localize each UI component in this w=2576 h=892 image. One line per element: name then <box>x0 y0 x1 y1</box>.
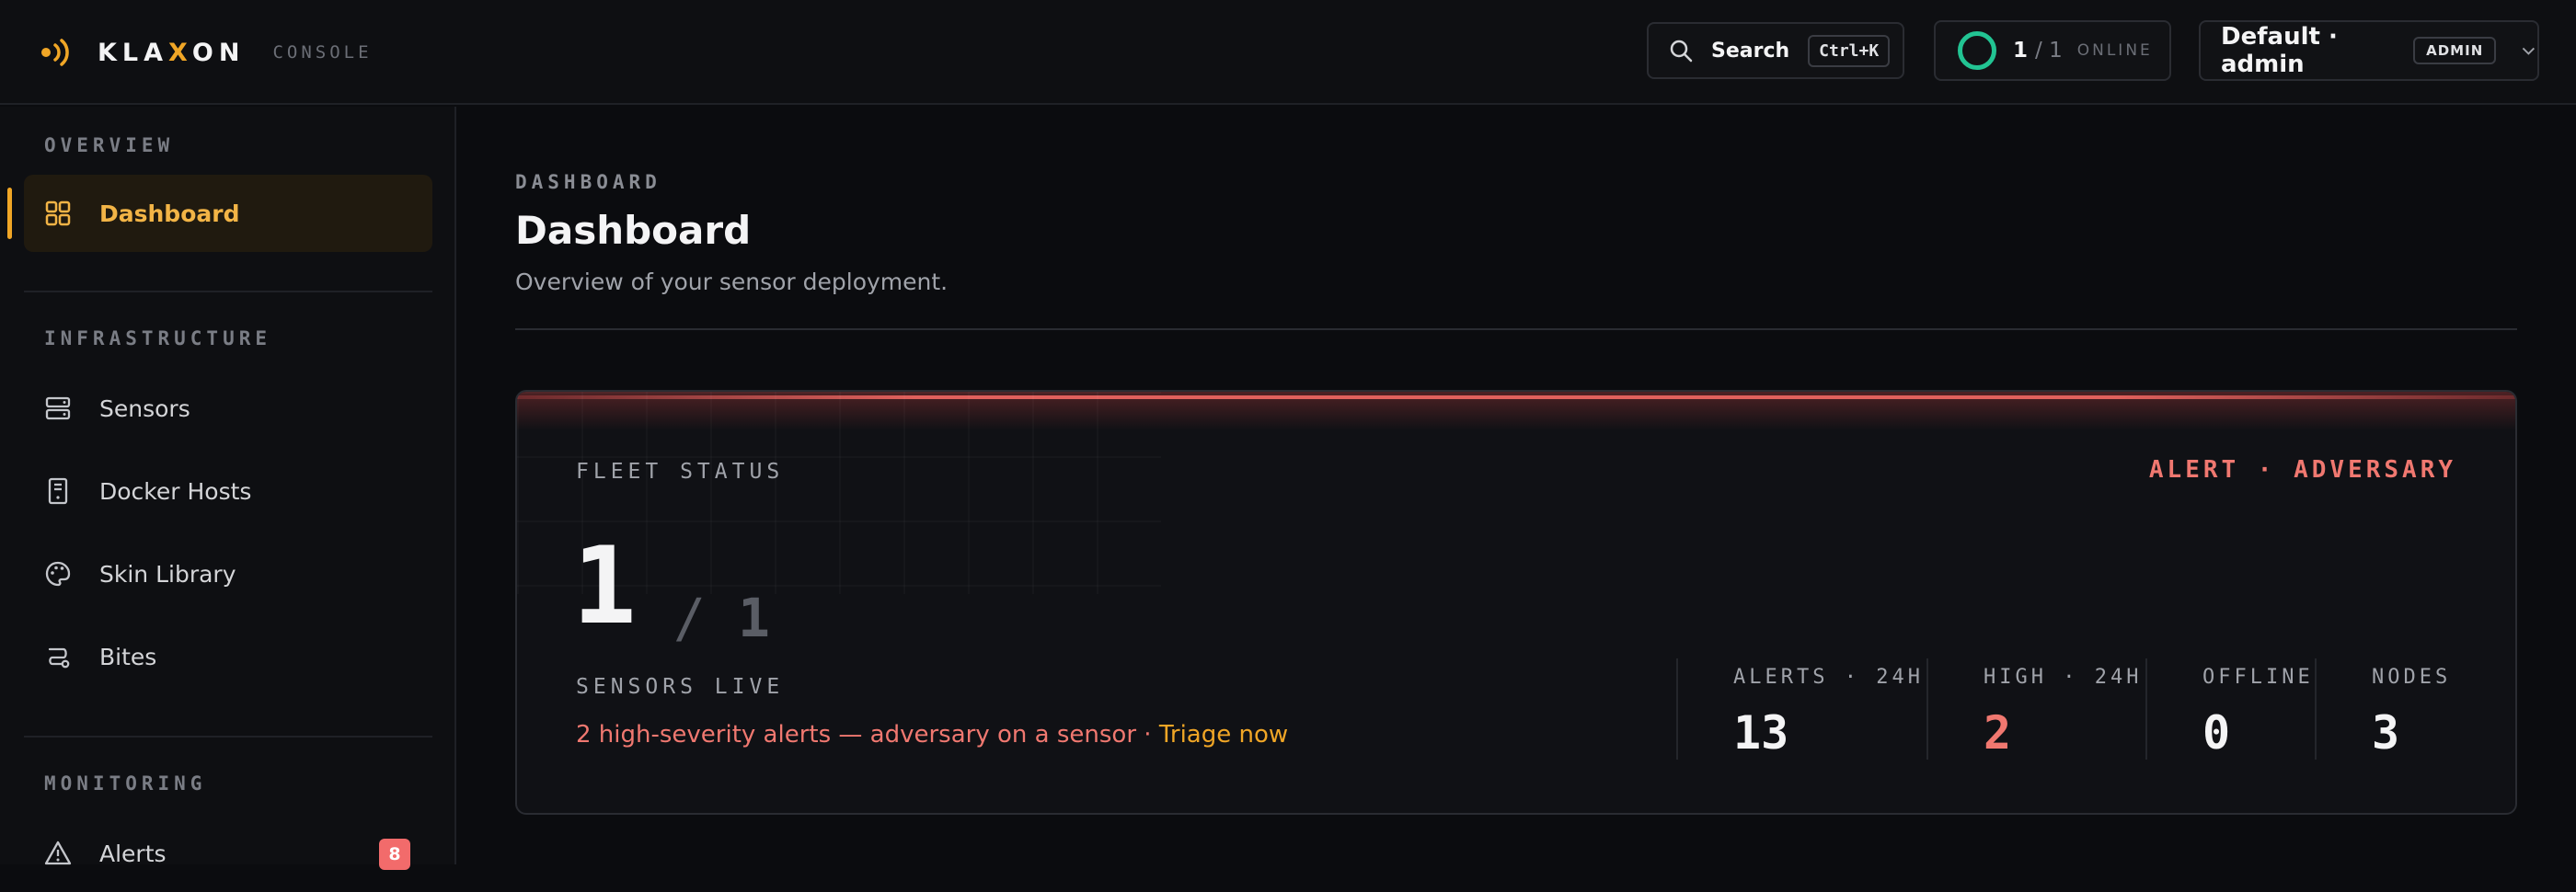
active-indicator <box>7 188 12 239</box>
broadcast-icon <box>41 39 69 66</box>
grid-icon <box>45 200 71 226</box>
sidebar-item-sensors[interactable]: Sensors <box>24 370 432 447</box>
sidebar-item-label: Skin Library <box>99 560 236 588</box>
sidebar-item-label: Bites <box>99 643 157 670</box>
sidebar-item-bites[interactable]: Bites <box>24 618 432 695</box>
brand-subtitle: CONSOLE <box>272 42 373 63</box>
chevron-down-icon <box>2522 47 2536 55</box>
fleet-status-card: FLEET STATUS ALERT · ADVERSARY 1 / 1 SEN… <box>515 390 2517 815</box>
online-status[interactable]: 1 / 1 ONLINE <box>1934 20 2171 81</box>
sidebar-item-label: Docker Hosts <box>99 477 252 505</box>
sidebar-item-alerts[interactable]: Alerts 8 <box>24 815 432 892</box>
user-name: Default · admin <box>2221 23 2338 78</box>
section-label-overview: OVERVIEW <box>44 134 175 156</box>
stat-label: HIGH · 24H <box>1984 666 2143 689</box>
online-ring-icon <box>1958 31 1996 70</box>
search-button[interactable]: Search Ctrl+K <box>1647 22 1904 79</box>
sensors-live-label: SENSORS LIVE <box>576 675 785 699</box>
role-badge: ADMIN <box>2413 37 2497 64</box>
sidebar-divider <box>24 736 432 738</box>
sidebar-item-label: Dashboard <box>99 200 240 227</box>
page-title: Dashboard <box>515 208 752 253</box>
search-label: Search <box>1711 39 1790 63</box>
alert-summary-text: 2 high-severity alerts — adversary on a … <box>576 721 1159 749</box>
online-label: ONLINE <box>2076 41 2153 60</box>
stat-value: 3 <box>2372 706 2400 760</box>
section-label-monitoring: MONITORING <box>44 772 207 795</box>
sidebar-item-label: Sensors <box>99 395 190 422</box>
stat-value: 13 <box>1733 706 1789 760</box>
stat-value: 2 <box>1984 706 2012 760</box>
sidebar: OVERVIEW Dashboard INFRASTRUCTURE Sensor… <box>0 107 456 870</box>
stat-label: ALERTS · 24H <box>1733 666 1924 689</box>
breadcrumb: DASHBOARD <box>515 171 661 193</box>
palette-icon <box>45 561 71 587</box>
stat-label: NODES <box>2372 666 2452 689</box>
server-icon <box>45 396 71 420</box>
top-bar: KLAXON CONSOLE Search Ctrl+K 1 / 1 ONLIN… <box>0 0 2576 105</box>
triage-now-link[interactable]: Triage now <box>1159 721 1288 749</box>
stat-nodes: NODES 3 <box>2315 658 2515 760</box>
stat-alerts-24h: ALERTS · 24H 13 <box>1676 658 1926 760</box>
brand-name: KLAXON <box>98 38 246 67</box>
sidebar-item-skin-library[interactable]: Skin Library <box>24 535 432 612</box>
stat-offline: OFFLINE 0 <box>2145 658 2315 760</box>
stat-label: OFFLINE <box>2202 666 2314 689</box>
sensors-live-count: 1 <box>572 524 637 648</box>
sidebar-divider <box>24 291 432 292</box>
sensors-total-count: 1 <box>738 587 770 649</box>
warning-icon <box>44 841 72 865</box>
sidebar-item-dashboard[interactable]: Dashboard <box>24 175 432 252</box>
route-icon <box>48 647 70 669</box>
online-count: 1 / 1 <box>2013 39 2063 63</box>
header-divider <box>515 328 2517 330</box>
alert-status: ALERT · ADVERSARY <box>2148 456 2456 484</box>
alerts-count-badge: 8 <box>379 839 410 870</box>
brand[interactable]: KLAXON CONSOLE <box>37 31 373 74</box>
sidebar-item-docker-hosts[interactable]: Docker Hosts <box>24 452 432 530</box>
search-icon <box>1670 40 1693 63</box>
user-menu-button[interactable]: Default · admin ADMIN <box>2199 20 2539 81</box>
host-icon <box>48 477 68 505</box>
sidebar-item-label: Alerts <box>99 840 167 867</box>
stat-value: 0 <box>2202 706 2231 760</box>
stat-high-24h: HIGH · 24H 2 <box>1926 658 2145 760</box>
page-subtitle: Overview of your sensor deployment. <box>515 269 949 295</box>
fleet-status-label: FLEET STATUS <box>576 460 785 484</box>
sensors-separator: / <box>673 587 706 649</box>
alert-summary: 2 high-severity alerts — adversary on a … <box>576 721 1288 749</box>
search-shortcut: Ctrl+K <box>1808 34 1891 67</box>
section-label-infrastructure: INFRASTRUCTURE <box>44 327 272 349</box>
